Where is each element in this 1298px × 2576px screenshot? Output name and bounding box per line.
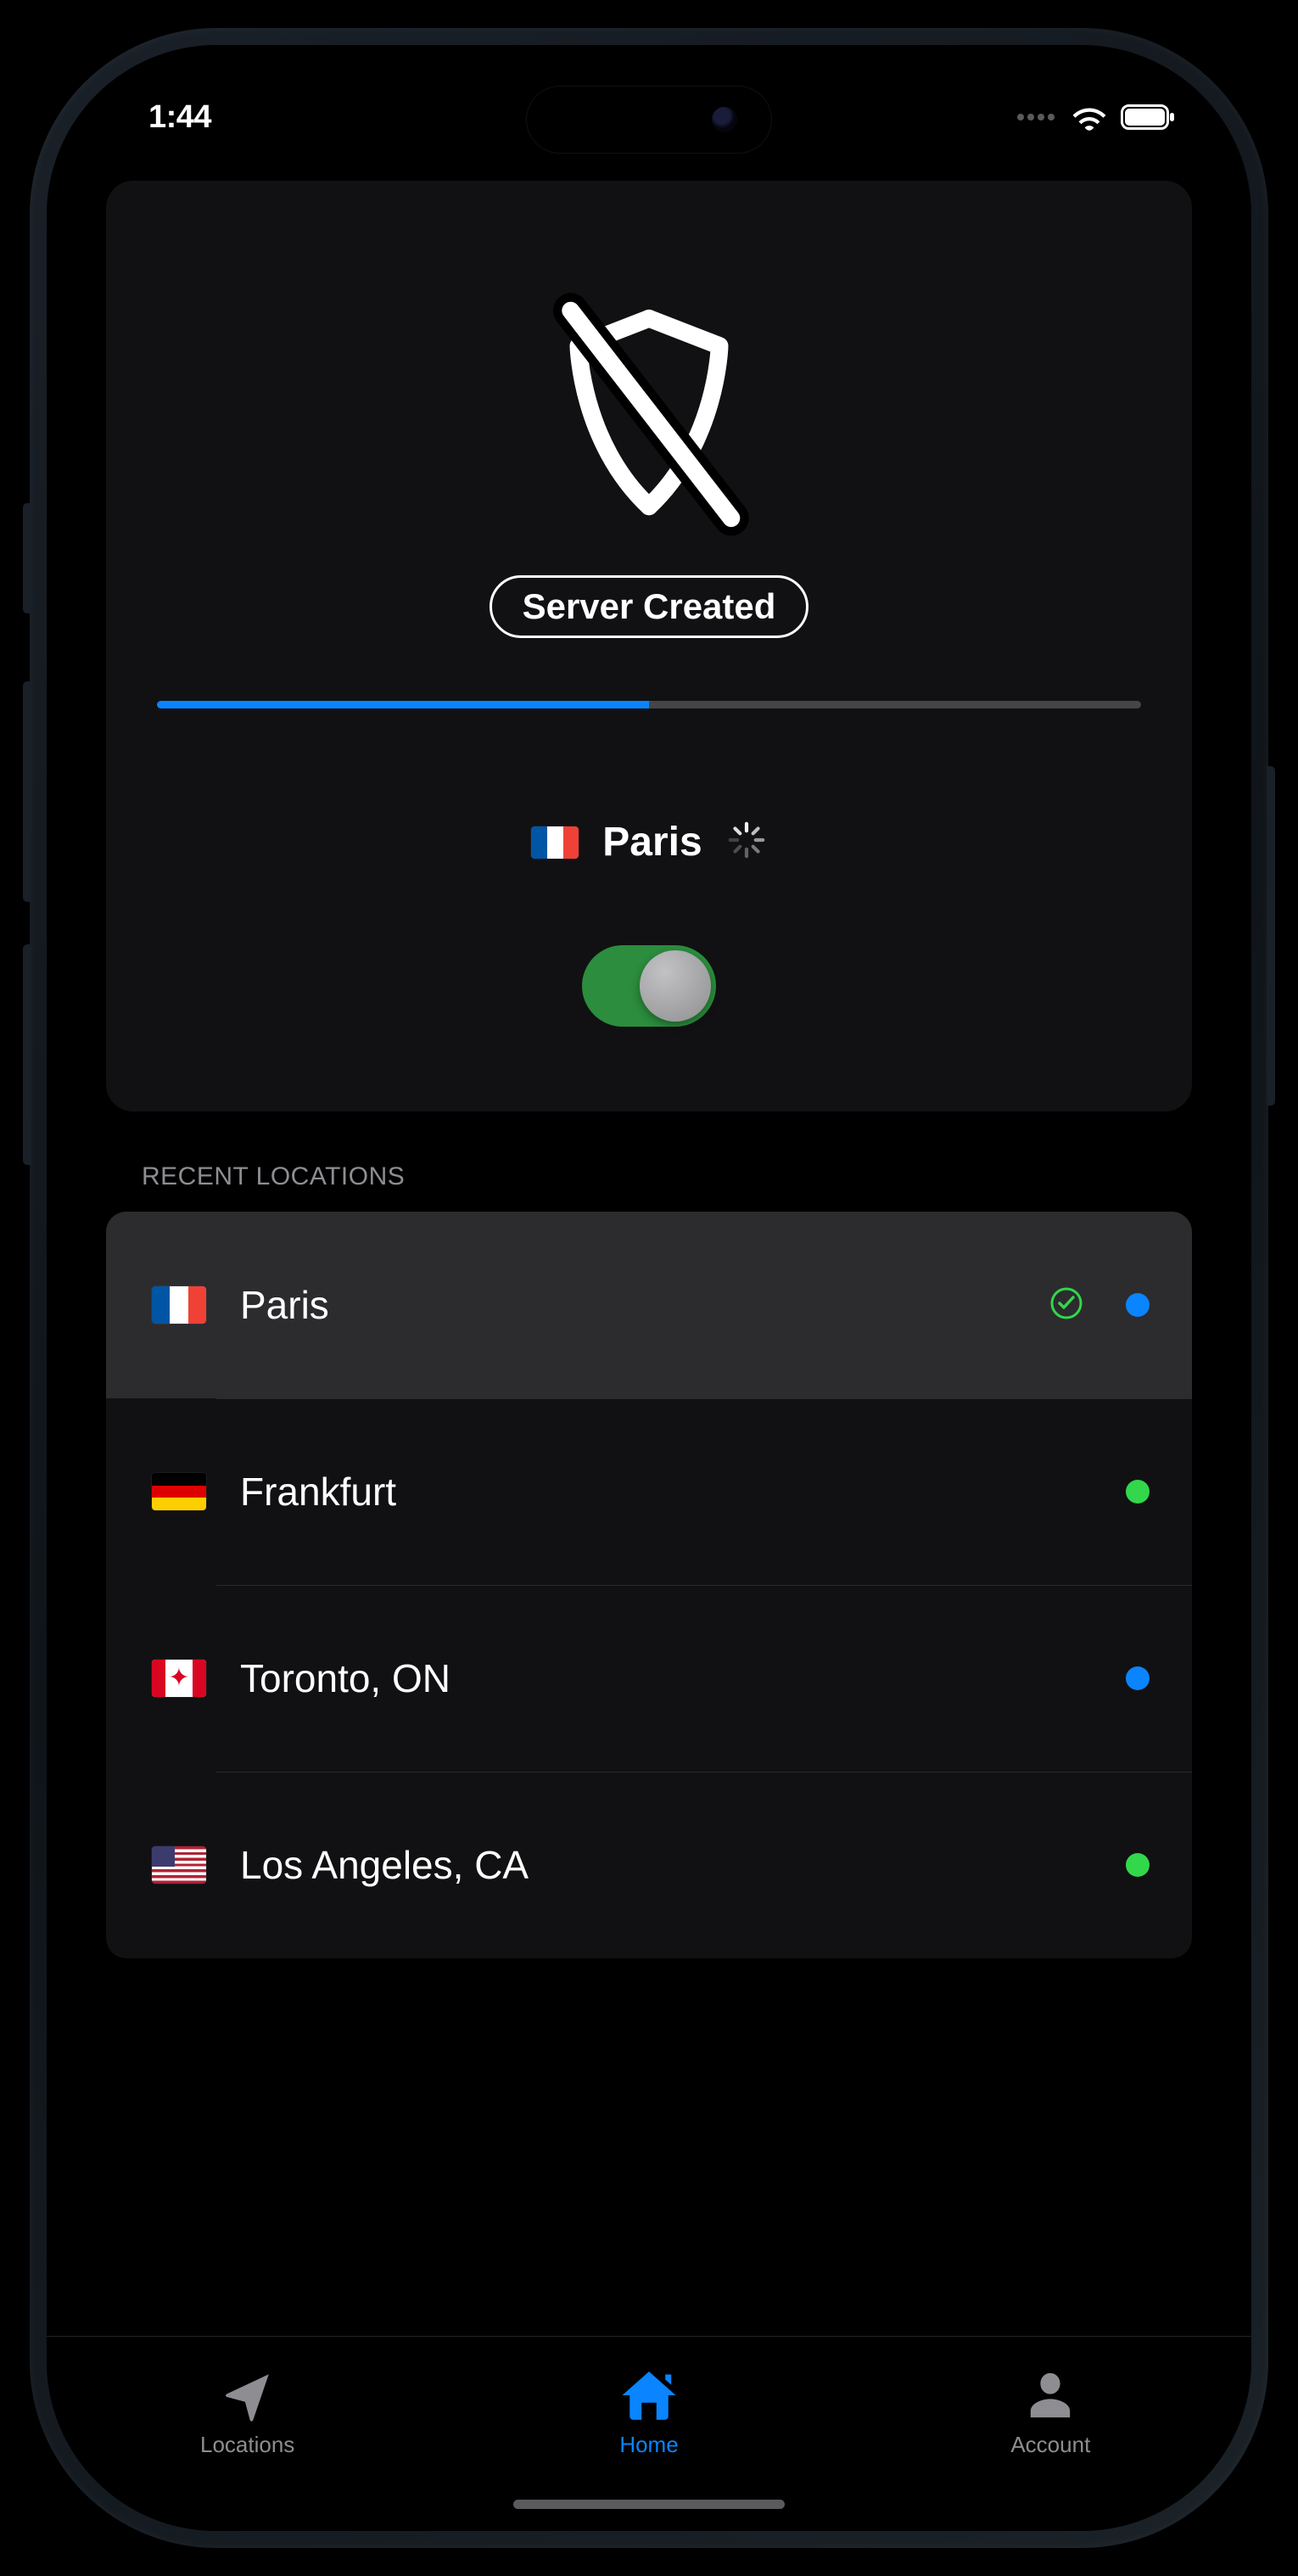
person-icon [1026,2367,1075,2423]
tab-label: Account [1010,2432,1090,2458]
status-dot [1126,1853,1150,1877]
progress-fill [157,701,649,708]
battery-icon [1121,104,1175,130]
connection-status-card: Server Created Paris [106,181,1192,1112]
recent-locations-list: Paris Frankfurt [106,1212,1192,1958]
phone-screen: 1:44 [47,45,1251,2531]
home-indicator[interactable] [513,2500,785,2509]
home-icon [619,2367,679,2423]
checkmark-circle-icon [1049,1286,1083,1324]
progress-bar [157,701,1141,708]
recent-locations-header: RECENT LOCATIONS [142,1162,1192,1191]
tab-account[interactable]: Account [850,2337,1251,2489]
location-row-paris[interactable]: Paris [106,1212,1192,1398]
status-dot [1126,1293,1150,1317]
status-label: Server Created [490,575,809,638]
connection-toggle[interactable] [582,945,716,1027]
location-arrow-icon [221,2367,274,2423]
tab-label: Home [619,2432,678,2458]
location-name: Frankfurt [240,1469,1126,1515]
wifi-icon [1071,104,1107,131]
current-location-row[interactable]: Paris [531,819,766,865]
status-dot [1126,1666,1150,1690]
location-row-toronto[interactable]: ✦ Toronto, ON [106,1585,1192,1772]
flag-icon: ✦ [152,1660,206,1697]
location-name: Los Angeles, CA [240,1842,1126,1888]
loading-spinner-icon [726,820,767,865]
status-time: 1:44 [148,99,211,136]
shield-slash-icon [530,291,768,550]
current-location-name: Paris [602,819,702,865]
phone-frame: 1:44 [30,28,1268,2548]
tab-label: Locations [200,2432,294,2458]
status-indicators [1017,104,1175,131]
tab-locations[interactable]: Locations [47,2337,448,2489]
status-dot [1126,1480,1150,1504]
cellular-dots-icon [1017,114,1055,120]
location-name: Paris [240,1282,1049,1328]
tab-home[interactable]: Home [448,2337,849,2489]
location-name: Toronto, ON [240,1655,1126,1701]
dynamic-island [526,86,772,154]
flag-icon [531,826,579,859]
flag-icon: ★★★★★★★★★ [152,1846,206,1884]
flag-icon [152,1473,206,1510]
location-row-frankfurt[interactable]: Frankfurt [106,1398,1192,1585]
location-row-los-angeles[interactable]: ★★★★★★★★★ Los Angeles, CA [106,1772,1192,1958]
flag-icon [152,1286,206,1324]
